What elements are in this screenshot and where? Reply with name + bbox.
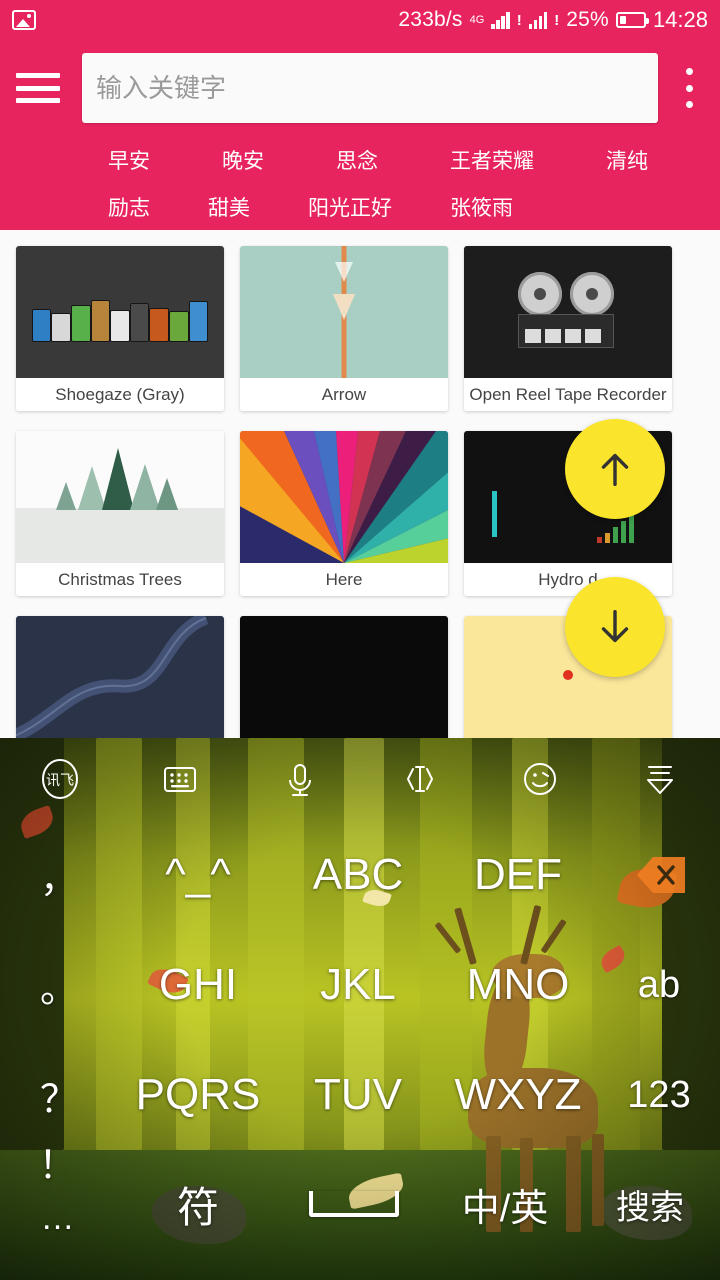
- thumb-art: [32, 296, 208, 342]
- network-speed: 233b/s: [398, 8, 463, 31]
- cursor-move-icon[interactable]: [360, 758, 480, 800]
- sim1-alert-badge: !: [516, 11, 522, 29]
- ime-keyboard[interactable]: 讯飞 ， ^_^ ABC DEF 。 GHI JKL MNO ab ？ PQRS…: [0, 738, 720, 1280]
- keypad: ， ^_^ ABC DEF 。 GHI JKL MNO ab ？ PQRS TU…: [0, 820, 720, 1280]
- thumb-art: [570, 272, 614, 316]
- arrow-down-icon: [601, 609, 629, 643]
- tag-row-1: 早安 晚安 思念 王者荣耀 清纯: [0, 136, 720, 183]
- key-enter-search[interactable]: 搜索: [580, 1150, 720, 1258]
- key-123-mode[interactable]: 123: [598, 1040, 720, 1150]
- key-language-toggle[interactable]: 中/英: [430, 1150, 580, 1258]
- wallpaper-title: Open Reel Tape Recorder: [464, 378, 672, 411]
- app-header: 早安 晚安 思念 王者荣耀 清纯 励志 甜美 阳光正好 张筱雨: [0, 40, 720, 230]
- wallpaper-card[interactable]: Open Reel Tape Recorder: [464, 246, 672, 411]
- tag-chip[interactable]: 早安: [108, 145, 150, 175]
- header-top-bar: [0, 40, 720, 136]
- tag-chip[interactable]: 励志: [108, 192, 150, 222]
- network-type-label: 4G: [469, 14, 485, 26]
- arrow-up-icon: [601, 453, 629, 487]
- wallpaper-title: Shoegaze (Gray): [16, 378, 224, 411]
- status-bar-right: 233b/s 4G ! ! 25% 14:28: [398, 7, 708, 33]
- key-space[interactable]: [278, 1150, 430, 1258]
- key-period[interactable]: 。: [0, 930, 118, 1040]
- image-icon: [12, 10, 36, 30]
- key-exclaim-label: ！: [38, 1145, 80, 1187]
- keypad-row: ！ … 符 中/英 搜索: [0, 1145, 720, 1258]
- scroll-to-top-fab[interactable]: [565, 419, 665, 519]
- tag-chip[interactable]: 清纯: [606, 145, 648, 175]
- keypad-row: 。 GHI JKL MNO ab: [0, 930, 720, 1040]
- wallpaper-title: Christmas Trees: [16, 563, 224, 596]
- key-wxyz[interactable]: WXYZ: [438, 1040, 598, 1150]
- key-mno[interactable]: MNO: [438, 930, 598, 1040]
- thumb-art: [16, 507, 224, 563]
- wallpaper-title: Here: [240, 563, 448, 596]
- wallpaper-card[interactable]: [240, 616, 448, 740]
- wallpaper-thumbnail: [240, 246, 448, 378]
- tag-row-2: 励志 甜美 阳光正好 张筱雨: [0, 183, 720, 230]
- key-ab-mode[interactable]: ab: [598, 930, 720, 1040]
- wallpaper-card[interactable]: [16, 616, 224, 740]
- key-tuv[interactable]: TUV: [278, 1040, 438, 1150]
- space-bar-icon: [309, 1191, 399, 1217]
- emoji-icon[interactable]: [480, 758, 600, 800]
- wallpaper-card[interactable]: Shoegaze (Gray): [16, 246, 224, 411]
- tag-chip[interactable]: 晚安: [222, 145, 264, 175]
- thumb-art: [518, 272, 562, 316]
- wallpaper-thumbnail: [16, 246, 224, 378]
- kebab-menu-icon[interactable]: [674, 68, 704, 108]
- tag-chip[interactable]: 思念: [336, 145, 378, 175]
- key-comma[interactable]: ，: [0, 820, 118, 930]
- wallpaper-thumbnail: [16, 431, 224, 563]
- tag-chip[interactable]: 甜美: [208, 192, 250, 222]
- key-jkl[interactable]: JKL: [278, 930, 438, 1040]
- ime-logo-icon[interactable]: 讯飞: [0, 758, 120, 800]
- status-bar: 233b/s 4G ! ! 25% 14:28: [0, 0, 720, 40]
- wallpaper-thumbnail: [464, 246, 672, 378]
- tag-chip[interactable]: 王者荣耀: [450, 145, 534, 175]
- key-abc[interactable]: ABC: [278, 820, 438, 930]
- key-pqrs[interactable]: PQRS: [118, 1040, 278, 1150]
- wallpaper-thumbnail: [240, 431, 448, 563]
- scroll-to-bottom-fab[interactable]: [565, 577, 665, 677]
- wallpaper-card[interactable]: Christmas Trees: [16, 431, 224, 596]
- tag-suggestions: 早安 晚安 思念 王者荣耀 清纯 励志 甜美 阳光正好 张筱雨: [0, 136, 720, 230]
- thumb-art-head: [333, 294, 355, 320]
- collapse-keyboard-icon[interactable]: [600, 758, 720, 800]
- signal-bars-icon-1: [491, 11, 510, 29]
- microphone-icon[interactable]: [240, 758, 360, 800]
- wallpaper-card[interactable]: Here: [240, 431, 448, 596]
- key-emoticon[interactable]: ^_^: [118, 820, 278, 930]
- keypad-row: ？ PQRS TUV WXYZ 123: [0, 1040, 720, 1150]
- key-backspace[interactable]: [598, 820, 720, 930]
- key-more-label: …: [40, 1199, 78, 1237]
- status-bar-left: [12, 10, 36, 30]
- svg-text:讯飞: 讯飞: [46, 772, 74, 788]
- thumb-art-ghost: [335, 262, 353, 282]
- tag-chip[interactable]: 阳光正好: [308, 192, 392, 222]
- wallpaper-thumbnail: [16, 616, 224, 740]
- key-symbols[interactable]: 符: [118, 1150, 278, 1258]
- keyboard-toolbar: 讯飞: [0, 738, 720, 820]
- sim2-alert-badge: !: [554, 11, 560, 29]
- wallpaper-thumbnail: [240, 616, 448, 740]
- clock: 14:28: [652, 7, 708, 32]
- wallpaper-card[interactable]: Arrow: [240, 246, 448, 411]
- battery-percent: 25%: [566, 8, 609, 31]
- key-ghi[interactable]: GHI: [118, 930, 278, 1040]
- keyboard-icon[interactable]: [120, 758, 240, 800]
- tag-chip[interactable]: 张筱雨: [450, 192, 513, 222]
- battery-icon: [615, 12, 649, 28]
- thumb-art: [518, 314, 614, 348]
- thumb-art: [597, 515, 634, 543]
- search-box[interactable]: [82, 53, 658, 123]
- wallpaper-title: Arrow: [240, 378, 448, 411]
- key-def[interactable]: DEF: [438, 820, 598, 930]
- signal-bars-icon-2: [528, 11, 548, 29]
- search-input[interactable]: [96, 72, 644, 104]
- hamburger-menu-icon[interactable]: [16, 73, 60, 103]
- keypad-row: ， ^_^ ABC DEF: [0, 820, 720, 930]
- backspace-icon: [637, 857, 685, 893]
- key-more[interactable]: ！ …: [0, 1145, 118, 1258]
